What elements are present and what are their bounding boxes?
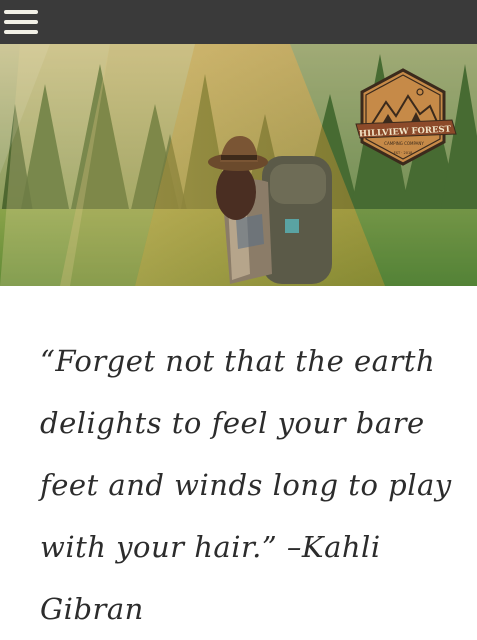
quote-section: “Forget not that the earth delights to f… [40,330,460,640]
hamburger-menu-icon [4,10,38,14]
hamburger-menu-icon-bar [4,30,38,34]
top-navigation-bar [0,0,477,44]
hero-banner: HILLVIEW FOREST CAMPING COMPANY EST · 20… [0,44,477,286]
hamburger-menu-icon-bar [4,20,38,24]
hero-image: HILLVIEW FOREST CAMPING COMPANY EST · 20… [0,44,477,286]
logo-est-text: EST · 2018 [394,151,413,155]
hamburger-menu-button[interactable] [4,10,38,35]
quote-text: “Forget not that the earth delights to f… [40,344,452,626]
logo-subtitle-text: CAMPING COMPANY [384,141,424,146]
